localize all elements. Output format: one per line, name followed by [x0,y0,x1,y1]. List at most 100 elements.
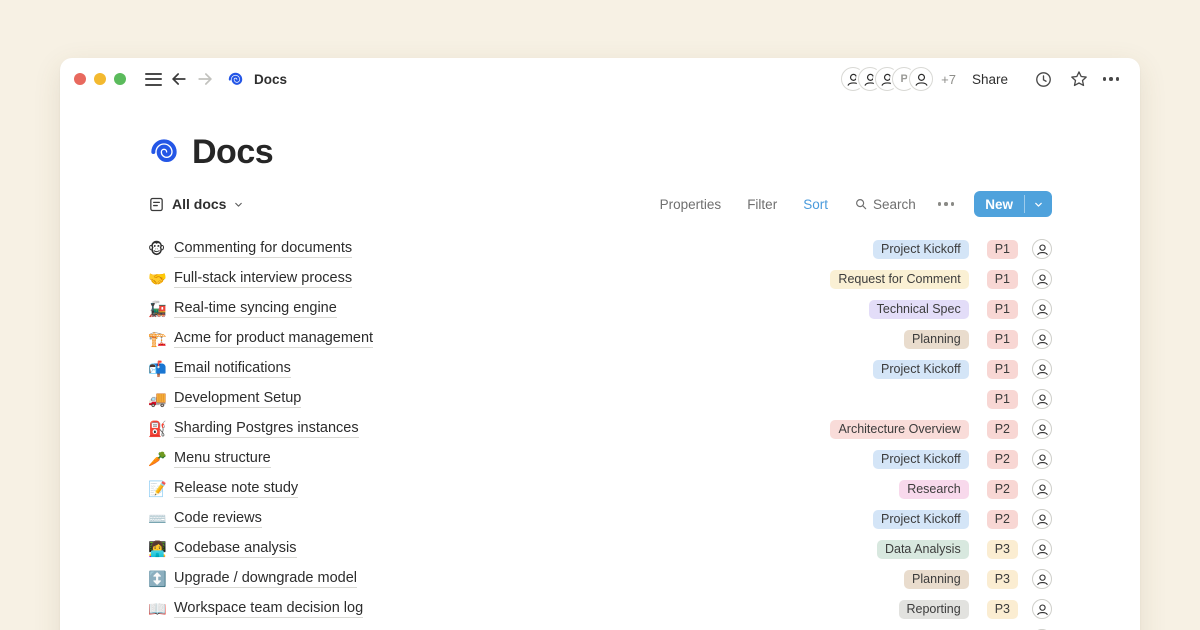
chevron-down-icon [233,199,244,210]
priority-badge[interactable]: P1 [987,240,1018,259]
minimize-window-button[interactable] [94,73,106,85]
priority-badge[interactable]: P1 [987,270,1018,289]
share-button[interactable]: Share [972,72,1008,87]
titlebar-doc-title: Docs [254,72,287,87]
back-arrow-icon[interactable] [166,66,192,92]
new-doc-button[interactable]: New [974,191,1052,217]
doc-type-tag[interactable]: Planning [904,330,969,349]
doc-name-link[interactable]: Code reviews [174,510,262,528]
doc-name-link[interactable]: Real-time syncing engine [174,300,337,318]
doc-name-link[interactable]: Acme for product management [174,330,373,348]
assignee-avatar[interactable] [1032,479,1052,499]
assignee-avatar[interactable] [1032,359,1052,379]
properties-button[interactable]: Properties [660,197,722,212]
hamburger-menu-icon[interactable] [140,66,166,92]
doc-emoji-icon: 📖 [148,602,174,617]
doc-name-link[interactable]: Workspace team decision log [174,600,363,618]
doc-row[interactable]: ↕️ Upgrade / downgrade model Planning P3 [148,564,1052,594]
doc-emoji-icon: 🐵 [148,242,174,257]
doc-row[interactable]: 📬 Email notifications Project Kickoff P1 [148,354,1052,384]
priority-badge[interactable]: P2 [987,480,1018,499]
forward-arrow-icon[interactable] [192,66,218,92]
collaborator-avatar[interactable] [909,67,933,91]
doc-type-tag[interactable]: Technical Spec [869,300,969,319]
doc-emoji-icon: ↕️ [148,572,174,587]
doc-type-tag[interactable]: Architecture Overview [830,420,968,439]
page-header: Docs [148,130,1052,174]
doc-type-tag[interactable]: Reporting [899,600,969,619]
assignee-avatar[interactable] [1032,539,1052,559]
doc-row[interactable]: 👩‍💻 Codebase analysis Data Analysis P3 [148,534,1052,564]
search-button[interactable]: Search [854,197,916,212]
more-options-icon[interactable] [1098,66,1124,92]
doc-type-tag[interactable]: Project Kickoff [873,360,969,379]
assignee-avatar[interactable] [1032,299,1052,319]
assignee-avatar[interactable] [1032,239,1052,259]
priority-badge[interactable]: P3 [987,600,1018,619]
star-icon[interactable] [1066,66,1092,92]
doc-type-tag[interactable]: Research [899,480,969,499]
app-window: Docs P +7 Share Docs All docs Properties [60,58,1140,630]
assignee-avatar[interactable] [1032,329,1052,349]
doc-name-link[interactable]: Email notifications [174,360,291,378]
page-title: Docs [192,133,273,172]
filter-button[interactable]: Filter [747,197,777,212]
doc-type-tag[interactable]: Request for Comment [830,270,968,289]
doc-row[interactable]: 📝 Release note study Research P2 [148,474,1052,504]
doc-name-link[interactable]: Sharding Postgres instances [174,420,359,438]
priority-badge[interactable]: P2 [987,510,1018,529]
assignee-avatar[interactable] [1032,389,1052,409]
collaborator-avatars[interactable]: P [841,67,933,91]
doc-type-tag[interactable]: Project Kickoff [873,240,969,259]
priority-badge[interactable]: P1 [987,390,1018,409]
assignee-avatar[interactable] [1032,569,1052,589]
assignee-avatar[interactable] [1032,509,1052,529]
doc-name-link[interactable]: Codebase analysis [174,540,297,558]
priority-badge[interactable]: P1 [987,330,1018,349]
coda-logo-icon [148,136,180,168]
doc-name-link[interactable]: Upgrade / downgrade model [174,570,357,588]
doc-name-link[interactable]: Menu structure [174,450,271,468]
assignee-avatar[interactable] [1032,599,1052,619]
doc-name-link[interactable]: Full-stack interview process [174,270,352,288]
doc-name-link[interactable]: Commenting for documents [174,240,352,258]
doc-row[interactable]: ⛽ Sharding Postgres instances Architectu… [148,414,1052,444]
collaborator-overflow-count: +7 [941,72,956,87]
chevron-down-icon [1033,199,1044,210]
assignee-avatar[interactable] [1032,419,1052,439]
priority-badge[interactable]: P3 [987,540,1018,559]
doc-row[interactable]: 🚚 Development Setup P1 [148,384,1052,414]
doc-row[interactable]: 📖 Workspace team decision log Reporting … [148,594,1052,624]
doc-row[interactable]: 🤝 Full-stack interview process Request f… [148,264,1052,294]
doc-row[interactable]: 🥕 Menu structure Project Kickoff P2 [148,444,1052,474]
priority-badge[interactable]: P2 [987,450,1018,469]
priority-badge[interactable]: P3 [987,570,1018,589]
doc-type-tag[interactable]: Project Kickoff [873,510,969,529]
table-toolbar: All docs Properties Filter Sort Search N… [148,190,1052,218]
doc-type-tag[interactable]: Project Kickoff [873,450,969,469]
history-icon[interactable] [1030,66,1056,92]
assignee-avatar[interactable] [1032,449,1052,469]
doc-type-tag[interactable]: Data Analysis [877,540,969,559]
priority-badge[interactable]: P1 [987,360,1018,379]
priority-badge[interactable]: P1 [987,300,1018,319]
doc-row[interactable]: 🐵 Commenting for documents Project Kicko… [148,234,1052,264]
toolbar-more-icon[interactable] [938,202,955,206]
doc-row[interactable]: ⌨️ Code reviews Project Kickoff P2 [148,504,1052,534]
sort-button[interactable]: Sort [803,197,828,212]
doc-emoji-icon: 🚚 [148,392,174,407]
new-doc-dropdown[interactable] [1025,191,1052,217]
doc-type-tag[interactable]: Planning [904,570,969,589]
zoom-window-button[interactable] [114,73,126,85]
view-selector-dropdown[interactable]: All docs [148,196,244,213]
doc-emoji-icon: 👩‍💻 [148,542,174,557]
close-window-button[interactable] [74,73,86,85]
doc-row[interactable]: 🦜 Performance review feedback Research P… [148,624,1052,630]
priority-badge[interactable]: P2 [987,420,1018,439]
doc-emoji-icon: 📝 [148,482,174,497]
doc-row[interactable]: 🏗️ Acme for product management Planning … [148,324,1052,354]
doc-name-link[interactable]: Development Setup [174,390,301,408]
doc-row[interactable]: 🚂 Real-time syncing engine Technical Spe… [148,294,1052,324]
assignee-avatar[interactable] [1032,269,1052,289]
doc-name-link[interactable]: Release note study [174,480,298,498]
